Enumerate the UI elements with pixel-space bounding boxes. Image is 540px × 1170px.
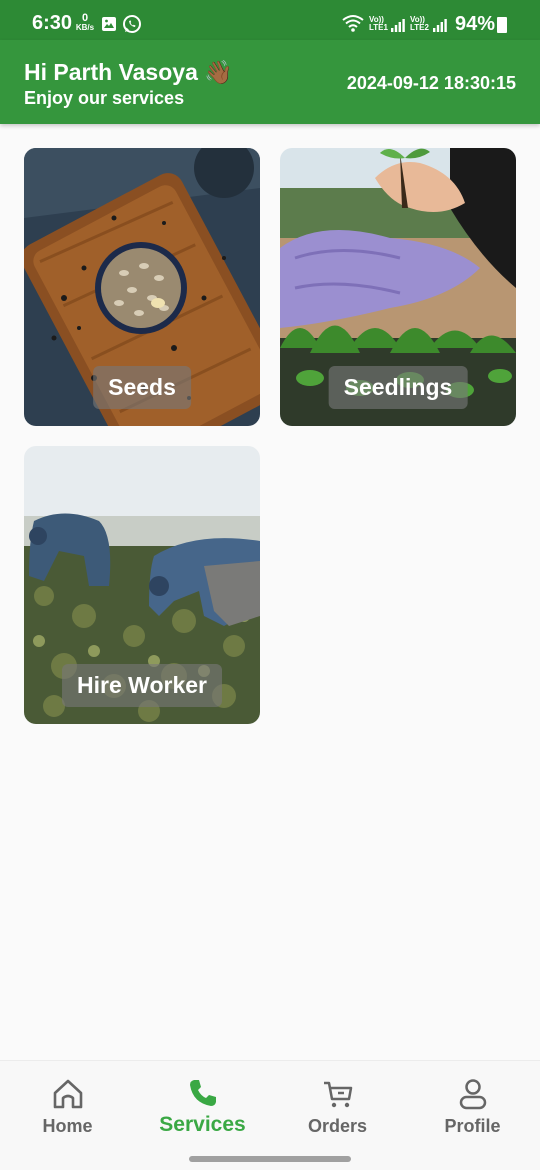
bottom-nav: Home Services Orders Profile [0, 1060, 540, 1170]
sim1-label-bottom: LTE1 [369, 23, 388, 32]
greeting-subtitle: Enjoy our services [24, 88, 185, 108]
nav-profile[interactable]: Profile [405, 1061, 540, 1151]
nav-profile-label: Profile [444, 1116, 501, 1136]
service-label: Seedlings [328, 366, 468, 409]
service-card-hire-worker[interactable]: Hire Worker [24, 446, 260, 724]
current-datetime: 2024-09-12 18:30:15 [346, 73, 516, 93]
net-speed-value: 0 [81, 12, 89, 24]
person-icon [459, 1079, 486, 1110]
battery-percent: 94% [455, 13, 496, 35]
wifi-icon [342, 15, 364, 32]
nav-services[interactable]: Services [135, 1061, 270, 1151]
gallery-icon [102, 17, 116, 31]
battery-icon [497, 17, 507, 33]
service-label: Hire Worker [62, 664, 222, 707]
signal-icon [433, 19, 447, 32]
whatsapp-icon [123, 15, 141, 33]
home-indicator[interactable] [189, 1156, 351, 1162]
sim2-label-bottom: LTE2 [410, 23, 429, 32]
cart-icon [323, 1081, 352, 1108]
net-speed-unit: KB/s [75, 23, 95, 32]
home-icon [53, 1079, 82, 1109]
app-header: Hi Parth Vasoya 👋🏾 Enjoy our services 20… [0, 40, 540, 124]
status-bar: 6:30 0 KB/s Vo)) LTE1 Vo)) LTE2 94% [0, 0, 540, 40]
nav-home[interactable]: Home [0, 1061, 135, 1151]
nav-orders-label: Orders [307, 1116, 368, 1136]
sim2-label: Vo)) LTE2 [410, 16, 429, 32]
net-speed: 0 KB/s [75, 12, 95, 33]
sim1-label: Vo)) LTE1 [369, 16, 388, 32]
status-time: 6:30 [32, 12, 73, 34]
nav-services-label: Services [159, 1113, 246, 1136]
service-card-seedlings[interactable]: Seedlings [280, 148, 516, 426]
phone-icon [189, 1080, 216, 1106]
service-label: Seeds [93, 366, 191, 409]
greeting-title: Hi Parth Vasoya 👋🏾 [24, 59, 233, 85]
nav-home-label: Home [42, 1116, 93, 1136]
service-card-seeds[interactable]: Seeds [24, 148, 260, 426]
nav-orders[interactable]: Orders [270, 1061, 405, 1151]
signal-icon [391, 19, 405, 32]
